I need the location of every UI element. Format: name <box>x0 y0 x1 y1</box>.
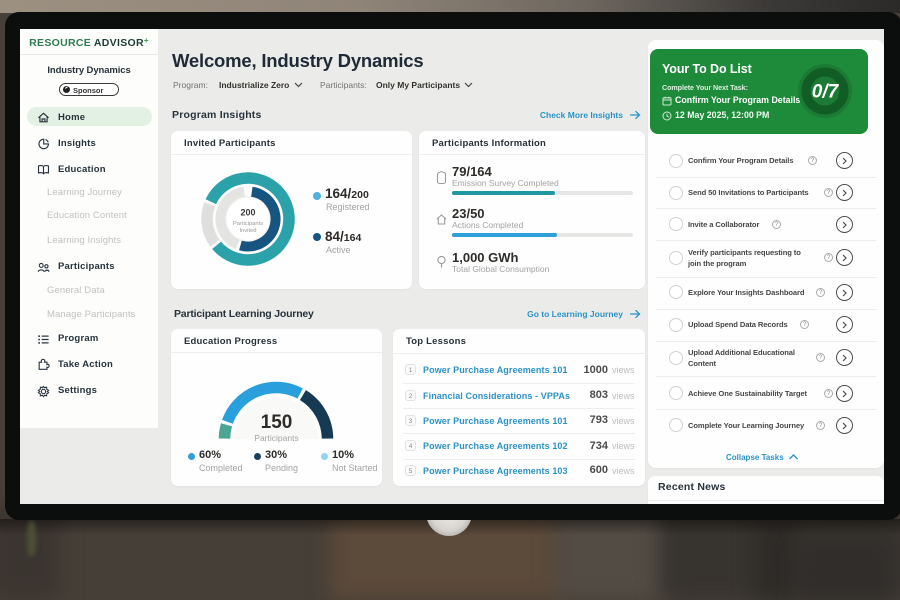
svg-text:Participants: Participants <box>233 221 263 227</box>
svg-text:Invited: Invited <box>239 228 256 234</box>
svg-text:200: 200 <box>240 208 255 218</box>
svg-text:0/7: 0/7 <box>812 82 840 103</box>
